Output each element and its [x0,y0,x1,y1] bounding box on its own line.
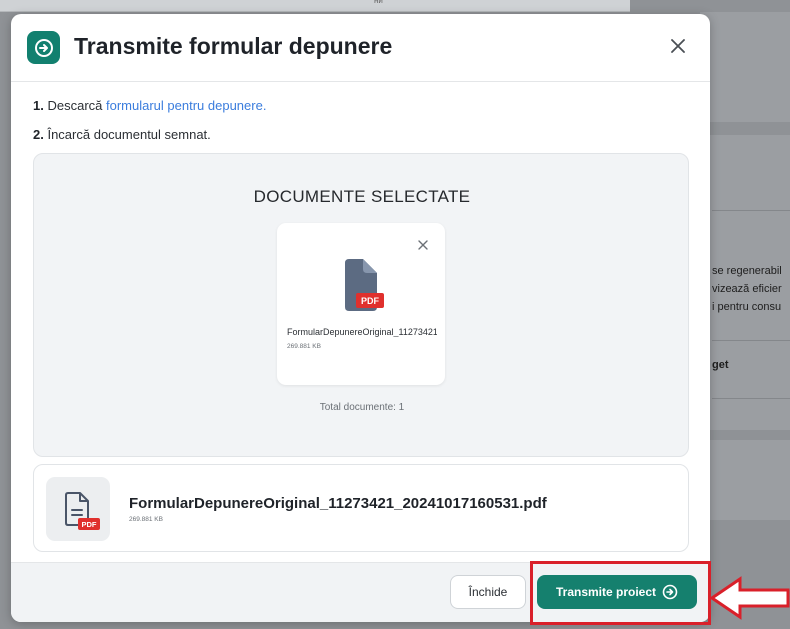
selected-file-size: 269.881 KB [287,343,321,350]
annotation-arrow-icon [710,576,790,620]
arrow-circle-right-icon [27,31,60,64]
pdf-badge: PDF [361,296,380,306]
background-panel-1 [700,12,790,122]
selected-file-card: PDF FormularDepunereOriginal_11273421_20… [277,223,445,385]
annotation-highlight-box [530,561,711,625]
step-number: 2. [33,127,44,142]
selected-documents-title: DOCUMENTE SELECTATE [253,187,471,206]
uploaded-file-row: PDF FormularDepunereOriginal_11273421_20… [33,464,689,552]
close-icon[interactable] [666,34,690,58]
uploaded-file-size: 269.881 KB [129,516,163,523]
uploaded-file-name: FormularDepunereOriginal_11273421_202410… [129,495,547,512]
dialog-title: Transmite formular depunere [74,33,393,59]
background-top-strip: ни [0,0,630,12]
step-number: 1. [33,98,44,113]
background-panel-3 [700,440,790,520]
pdf-file-icon: PDF [339,259,387,315]
background-divider [712,210,790,211]
selected-file-name: FormularDepunereOriginal_11273421_202410… [287,327,437,337]
background-text-3: i pentru consu [712,301,782,313]
pdf-document-icon: PDF [65,492,100,530]
download-form-link[interactable]: formularul pentru depunere. [106,98,266,113]
background-divider [712,398,790,399]
step-text: Încarcă documentul semnat. [47,127,211,142]
background-divider [712,340,790,341]
background-text-1: se regenerabil [712,265,782,277]
selected-documents-panel: DOCUMENTE SELECTATE PDF FormularDepunere… [33,153,689,457]
file-thumbnail: PDF [46,477,110,541]
dialog-header: Transmite formular depunere [11,14,710,82]
close-button[interactable]: Închide [450,575,526,609]
total-documents: Total documente: 1 [319,402,405,413]
step-upload: 2. Încarcă documentul semnat. [33,127,211,142]
step-text: Descarcă [47,98,106,113]
background-text-bold: get [712,359,729,371]
background-text-2: vizează eficier [712,283,782,295]
pdf-badge: PDF [82,520,97,529]
background-top-text: ни [374,0,383,5]
step-download: 1. Descarcă formularul pentru depunere. [33,98,266,113]
remove-file-icon[interactable] [415,237,431,253]
submit-form-dialog: Transmite formular depunere 1. Descarcă … [11,14,710,622]
